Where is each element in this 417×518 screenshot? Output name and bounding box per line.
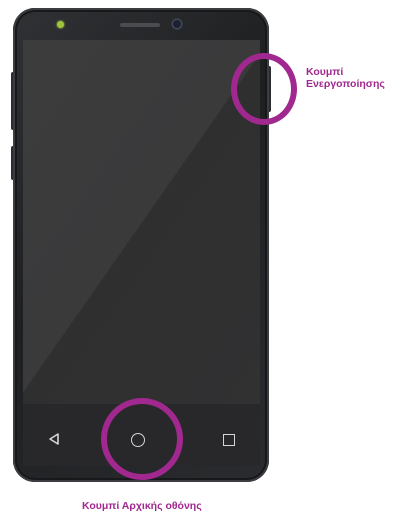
notification-led: [57, 21, 64, 28]
home-button-callout: Κουμπί Αρχικής οθόνης: [82, 500, 202, 512]
home-button-highlight-ring: [101, 398, 183, 480]
phone-diagram: Κουμπί Ενεργοποίησης Κουμπί Αρχικής οθόν…: [0, 0, 417, 518]
phone-screen: [23, 40, 260, 404]
power-callout-line1: Κουμπί: [306, 66, 344, 78]
power-button-callout: Κουμπί Ενεργοποίησης: [306, 66, 385, 90]
recent-apps-square-icon: [223, 434, 235, 446]
power-callout-line2: Ενεργοποίησης: [306, 78, 385, 90]
back-triangle-icon: [49, 433, 59, 445]
power-button-highlight-ring: [231, 53, 297, 125]
front-camera-icon: [173, 20, 181, 28]
earpiece-speaker: [120, 23, 160, 27]
